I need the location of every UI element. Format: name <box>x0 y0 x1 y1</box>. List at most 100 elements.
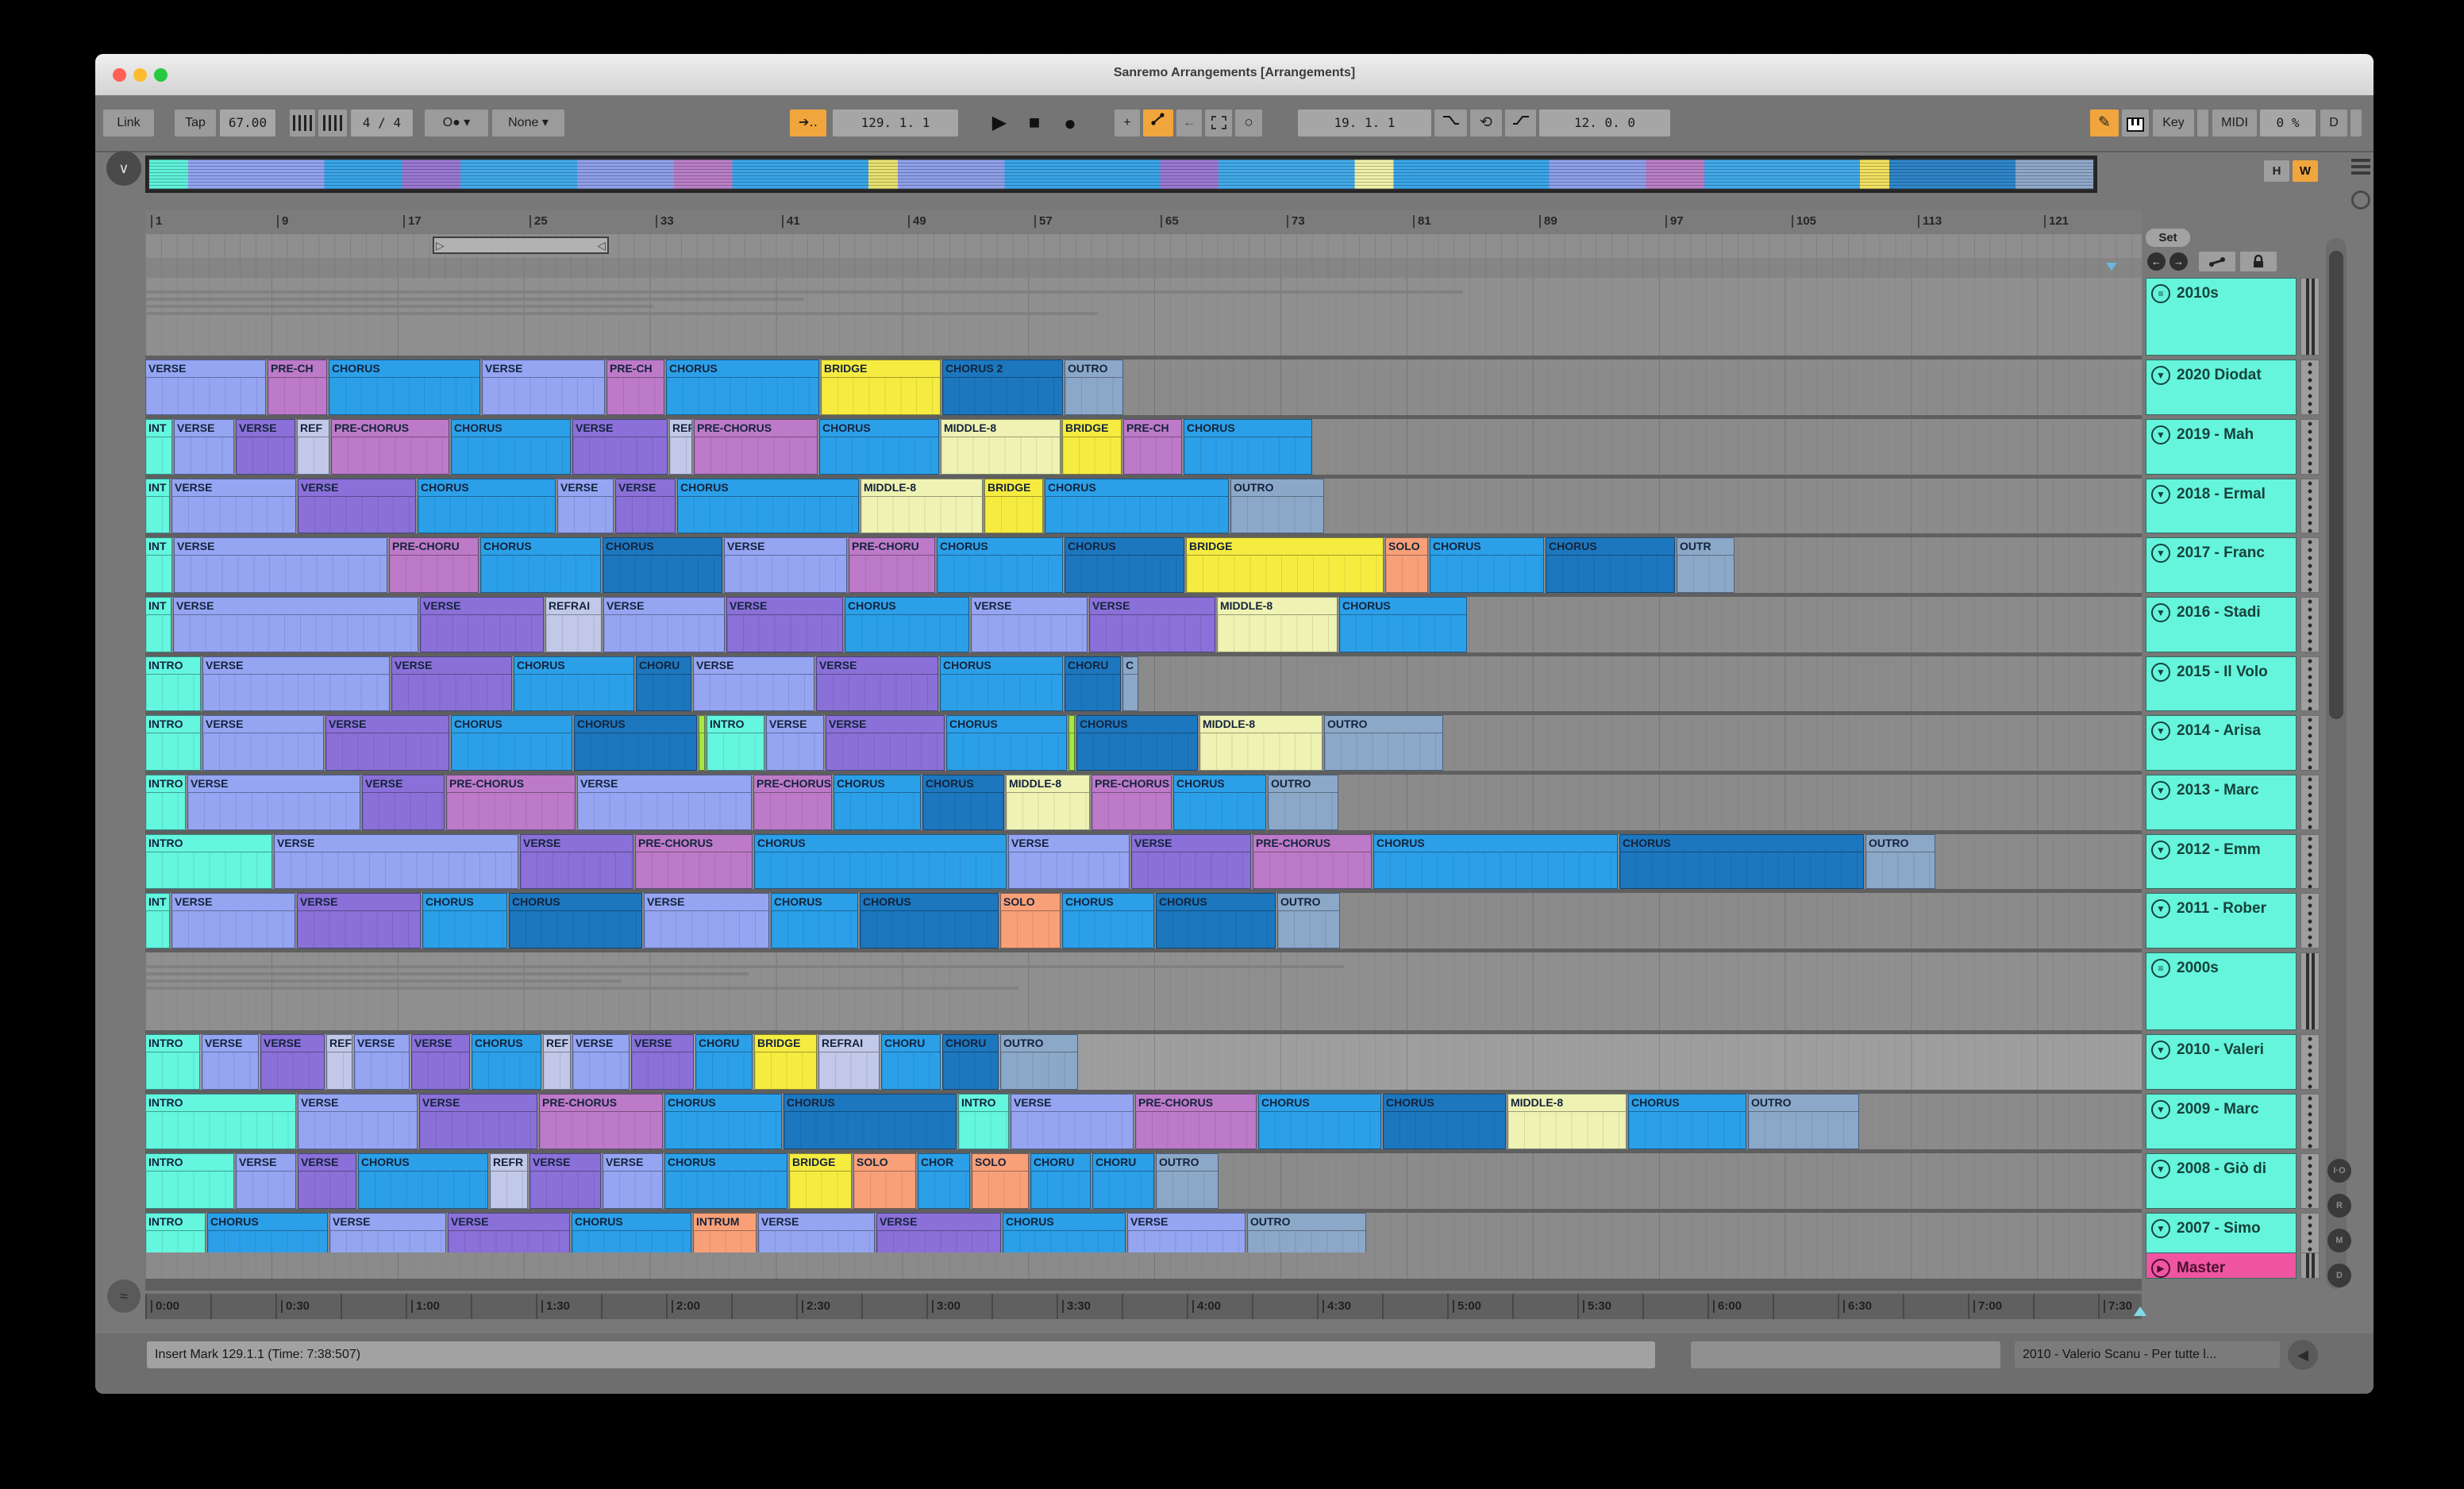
clip-chorus[interactable]: CHORUS <box>946 715 1067 771</box>
clip-verse[interactable]: VERSE <box>329 1213 446 1255</box>
next-locator-button[interactable]: → <box>2169 252 2188 271</box>
clip-chorus[interactable]: CHORUS <box>472 1034 541 1090</box>
titlebar[interactable]: Sanremo Arrangements [Arrangements] <box>95 54 2374 96</box>
clip-chorus[interactable]: CHORUS <box>1619 834 1864 889</box>
clip-verse[interactable]: VERSE <box>572 1034 629 1090</box>
clip-verse[interactable]: VERSE <box>1131 834 1251 889</box>
clip-middle-8[interactable]: MIDDLE-8 <box>1199 715 1322 771</box>
clip-pre-ch[interactable]: PRE-CH <box>1123 419 1182 475</box>
track-unfold-icon[interactable]: ▼ <box>2151 841 2170 860</box>
clip-chorus[interactable]: CHORUS <box>1156 893 1276 948</box>
clip-pre-choru[interactable]: PRE-CHORU <box>849 537 935 593</box>
clip-verse[interactable]: VERSE <box>187 775 360 830</box>
set-button[interactable]: Set <box>2146 229 2190 247</box>
draw-mode-button[interactable] <box>1205 110 1232 137</box>
clip-chorus[interactable]: CHORUS <box>329 360 480 415</box>
clip-outro[interactable]: OUTRO <box>1277 893 1340 948</box>
clip-verse[interactable]: VERSE <box>202 715 324 771</box>
clip-intro[interactable]: INTRO <box>706 715 764 771</box>
clip-chorus[interactable]: CHORUS <box>358 1153 488 1209</box>
clip-bridge[interactable]: BRIDGE <box>1186 537 1384 593</box>
follow-button[interactable]: ➔‥ <box>790 110 826 137</box>
track-header-2018-ermal[interactable]: ▼2018 - Ermal <box>2146 479 2297 533</box>
track-unfold-icon[interactable]: ▼ <box>2151 721 2170 741</box>
mixer-toggle-r[interactable]: R <box>2327 1194 2351 1218</box>
clip-intro[interactable]: INTRO <box>145 1094 296 1149</box>
clip-chorus[interactable]: CHORUS <box>451 715 572 771</box>
insert-marker-icon[interactable] <box>2134 1306 2146 1316</box>
clip-chorus[interactable]: CHORUS <box>1546 537 1675 593</box>
clip-chorus[interactable]: CHORUS <box>845 597 969 652</box>
record-button[interactable]: ● <box>1054 110 1086 137</box>
clip-middle-8[interactable]: MIDDLE-8 <box>1006 775 1090 830</box>
clip-chorus[interactable]: CHORUS <box>1045 479 1229 533</box>
clip-int[interactable]: INT <box>145 893 170 948</box>
clip-verse[interactable]: VERSE <box>572 419 668 475</box>
arrangement-lane-2011-rober[interactable]: INTVERSEVERSECHORUSCHORUSVERSECHORUSCHOR… <box>145 893 2142 948</box>
track-unfold-icon[interactable]: ▼ <box>2151 603 2170 622</box>
track-unfold-icon[interactable]: ▼ <box>2151 781 2170 800</box>
track-header-2015-il-volo[interactable]: ▼2015 - Il Volo <box>2146 656 2297 711</box>
clip-pre-chorus[interactable]: PRE-CHORUS <box>635 834 753 889</box>
metronome-dropdown[interactable]: O● ▾ <box>425 110 488 137</box>
beat-time-ruler[interactable]: 191725334149576573818997105113121 <box>145 210 2142 234</box>
clip-chorus[interactable]: CHORUS <box>834 775 921 830</box>
track-unfold-icon[interactable]: ▼ <box>2151 1041 2170 1060</box>
clip-verse[interactable]: VERSE <box>391 656 512 711</box>
punch-in-button[interactable] <box>1434 110 1467 137</box>
clip-chorus[interactable]: CHORUS <box>1184 419 1312 475</box>
clip-chorus[interactable]: CHORUS <box>1430 537 1544 593</box>
clip-chorus[interactable]: CHORUS <box>666 360 819 415</box>
clip-verse[interactable]: VERSE <box>420 597 544 652</box>
clip-verse[interactable]: VERSE <box>644 893 769 948</box>
punch-out-button[interactable] <box>1505 110 1536 137</box>
clip-verse[interactable]: VERSE <box>766 715 824 771</box>
clip-refrai[interactable]: REFRAI <box>545 597 602 652</box>
clip-chorus[interactable]: CHORUS <box>1258 1094 1381 1149</box>
pencil-draw-button[interactable]: ✎ <box>2090 110 2119 137</box>
nudge-down-button[interactable] <box>290 110 315 137</box>
clip-verse[interactable]: VERSE <box>297 893 421 948</box>
computer-midi-keyboard-button[interactable] <box>2122 110 2149 137</box>
arrangement-lane-2010-valeri[interactable]: INTROVERSEVERSEREFVERSEVERSECHORUSREFVER… <box>145 1034 2142 1090</box>
clip-pre-chorus[interactable]: PRE-CHORUS <box>1091 775 1172 830</box>
clip-verse[interactable]: VERSE <box>173 597 418 652</box>
clip-chorus[interactable]: CHORUS <box>783 1094 957 1149</box>
clip-verse[interactable]: VERSE <box>174 419 234 475</box>
clip-verse[interactable]: VERSE <box>520 834 633 889</box>
clip-verse[interactable]: VERSE <box>174 537 387 593</box>
track-header-2013-marc[interactable]: ▼2013 - Marc <box>2146 775 2297 830</box>
clip-chorus[interactable]: CHORUS <box>480 537 601 593</box>
clip-solo[interactable]: SOLO <box>1000 893 1061 948</box>
arrangement-position-field[interactable]: 129. 1. 1 <box>833 110 958 137</box>
clip-verse[interactable]: VERSE <box>171 893 295 948</box>
clip-verse[interactable]: VERSE <box>971 597 1088 652</box>
clip-verse[interactable]: VERSE <box>448 1213 570 1255</box>
clip-chorus[interactable]: CHORUS <box>819 419 939 475</box>
arrangement-lane-2014-arisa[interactable]: INTROVERSEVERSECHORUSCHORUSINTROVERSEVER… <box>145 715 2142 771</box>
clip-verse[interactable]: VERSE <box>354 1034 410 1090</box>
groove-dropdown[interactable]: None ▾ <box>492 110 564 137</box>
clip-verse[interactable]: VERSE <box>236 419 295 475</box>
clip-marker[interactable] <box>699 715 705 771</box>
clip-verse[interactable]: VERSE <box>325 715 449 771</box>
clip-chor[interactable]: CHOR <box>918 1153 970 1209</box>
clip-chorus[interactable]: CHORUS <box>922 775 1004 830</box>
lock-envelopes-button[interactable] <box>2240 252 2277 271</box>
locator-strip[interactable] <box>145 258 2142 278</box>
master-play-icon[interactable]: ▶ <box>2151 1259 2170 1278</box>
clip-verse[interactable]: VERSE <box>758 1213 875 1255</box>
mixer-toggle-d[interactable]: D <box>2327 1264 2351 1287</box>
arrangement-lane-2012-emm[interactable]: INTROVERSEVERSEPRE-CHORUSCHORUSVERSEVERS… <box>145 834 2142 889</box>
clip-middle-8[interactable]: MIDDLE-8 <box>1217 597 1338 652</box>
fit-height-button[interactable]: H <box>2264 160 2289 182</box>
clip-verse[interactable]: VERSE <box>603 1153 663 1209</box>
track-header-2020-diodat[interactable]: ▼2020 Diodat <box>2146 360 2297 415</box>
clip-outro[interactable]: OUTRO <box>1748 1094 1859 1149</box>
clip-pre-ch[interactable]: PRE-CH <box>606 360 664 415</box>
clip-chorus[interactable]: CHORUS <box>603 537 722 593</box>
clip-chorus[interactable]: CHORUS <box>860 893 999 948</box>
clip-outro[interactable]: OUTRO <box>1247 1213 1366 1255</box>
clip-verse[interactable]: VERSE <box>298 479 416 533</box>
clip-chorus[interactable]: CHORUS <box>940 656 1063 711</box>
